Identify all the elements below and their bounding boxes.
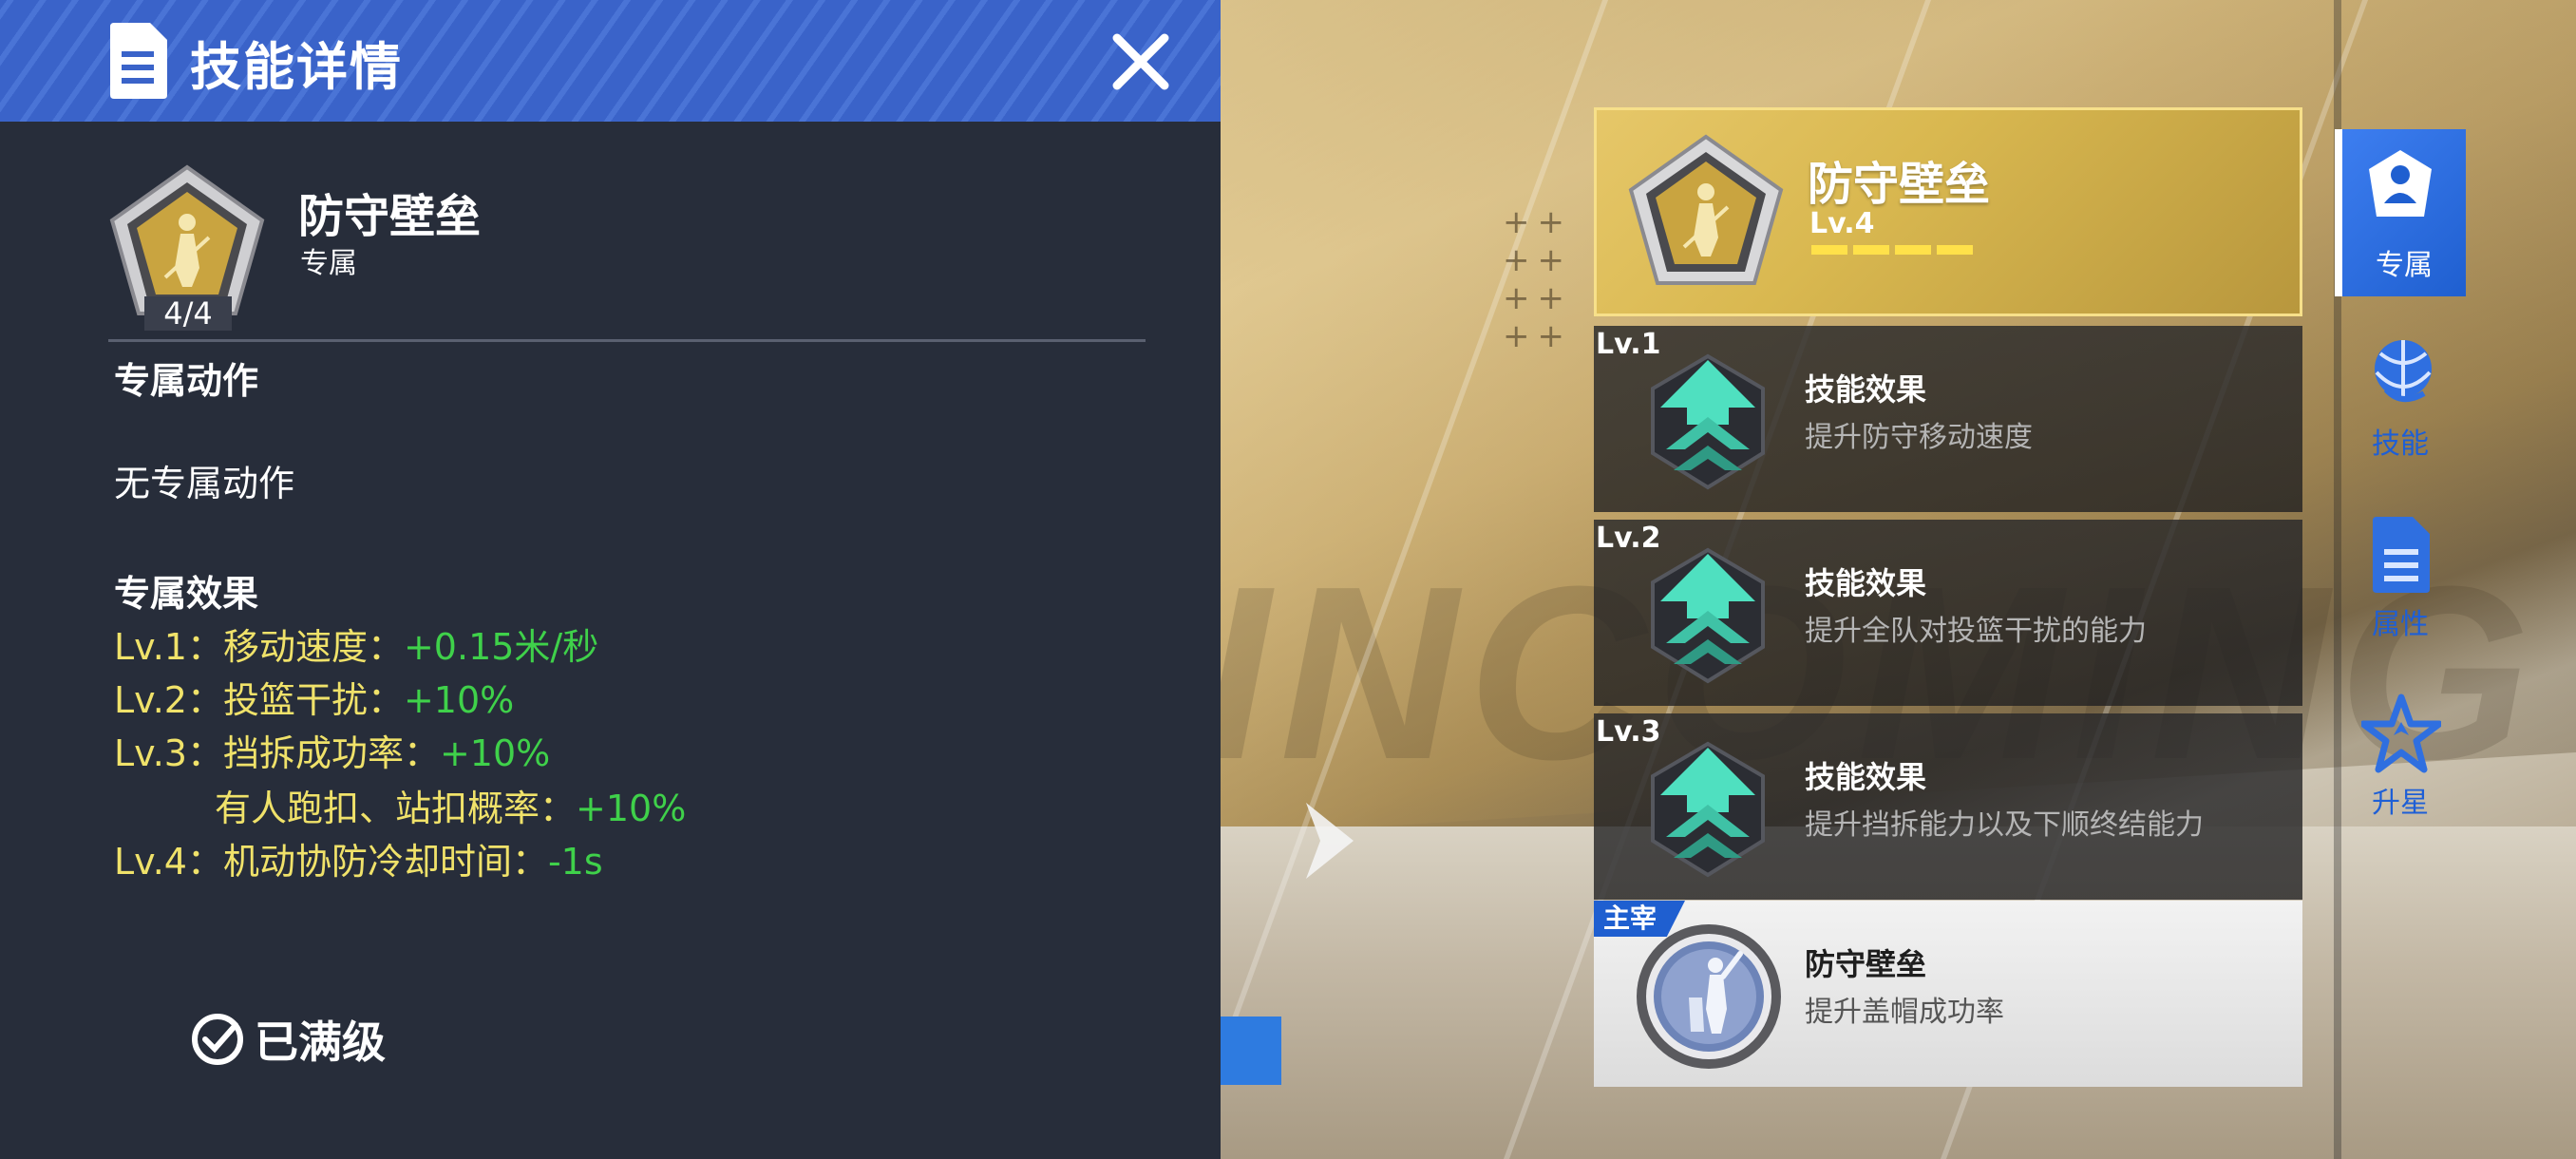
upgrade-arrow-icon <box>1651 741 1765 878</box>
tab-skill[interactable]: 技能 <box>2335 315 2466 475</box>
effect-value: +10% <box>439 732 551 774</box>
decor-blue-block <box>1221 1016 1281 1085</box>
tab-label: 属性 <box>2372 608 2429 641</box>
level-progress-bar <box>1811 245 1973 255</box>
maxed-status: 已满级 <box>190 1009 386 1070</box>
master-skill-card[interactable]: 主宰 防守壁垒 提升盖帽成功率 <box>1594 901 2302 1087</box>
upgrade-arrow-icon <box>1651 547 1765 684</box>
tab-label: 专属 <box>2376 249 2433 282</box>
effect-value: -1s <box>547 841 603 883</box>
effect-row-lv3: Lv.3：挡拆成功率：+10% <box>114 724 550 776</box>
level-effect-card-lv2[interactable]: Lv.2 技能效果 提升全队对投篮干扰的能力 <box>1594 520 2302 706</box>
level-effect-desc: 提升全队对投篮干扰的能力 <box>1805 615 2147 648</box>
level-progress-segment <box>1937 245 1973 255</box>
action-section-title: 专属动作 <box>114 360 259 402</box>
basketball-icon <box>2375 340 2432 402</box>
skill-level-badge: 4/4 <box>144 296 232 331</box>
skill-name: 防守壁垒 <box>298 190 482 243</box>
divider <box>108 339 1146 342</box>
skill-card-main[interactable]: 防守壁垒 Lv.4 <box>1594 107 2302 316</box>
skill-card-name: 防守壁垒 <box>1808 158 1991 211</box>
document-icon <box>2373 517 2430 593</box>
chevron-right-icon[interactable] <box>1301 798 1358 884</box>
master-skill-desc: 提升盖帽成功率 <box>1805 996 2004 1029</box>
panel-title: 技能详情 <box>190 37 403 97</box>
effect-label: Lv.3：挡拆成功率： <box>114 732 440 774</box>
level-effect-desc: 提升挡拆能力以及下顺终结能力 <box>1805 808 2204 842</box>
decor-plus-pattern: ++ ++ ++ ++ <box>1503 203 1572 355</box>
level-progress-segment <box>1895 245 1931 255</box>
skill-detail-panel: 技能详情 4/4 防守壁垒 专属 专属动作 无专属动作 专属效果 Lv.1：移动… <box>0 0 1221 1159</box>
tab-attributes[interactable]: 属性 <box>2335 496 2466 656</box>
exclusive-icon <box>2369 150 2432 217</box>
level-progress-segment <box>1853 245 1889 255</box>
level-effect-desc: 提升防守移动速度 <box>1805 421 2033 454</box>
level-effect-title: 技能效果 <box>1805 565 1927 601</box>
action-text: 无专属动作 <box>114 463 295 504</box>
tab-label: 升星 <box>2372 787 2429 820</box>
tab-label: 技能 <box>2372 428 2429 461</box>
effect-value: +10% <box>576 788 687 829</box>
skill-type: 专属 <box>300 247 357 280</box>
star-icon <box>2361 694 2441 773</box>
effect-value: +10% <box>403 679 515 721</box>
panel-header: 技能详情 <box>0 0 1221 122</box>
skill-card-level: Lv.4 <box>1809 207 1875 240</box>
document-icon <box>110 23 167 99</box>
master-skill-name: 防守壁垒 <box>1805 946 1927 982</box>
close-icon[interactable] <box>1108 28 1174 95</box>
level-progress-segment <box>1811 245 1847 255</box>
block-shot-icon <box>1637 924 1781 1069</box>
effect-row-lv4: Lv.4：机动协防冷却时间：-1s <box>114 832 603 884</box>
effect-row-lv2: Lv.2：投篮干扰：+10% <box>114 671 514 723</box>
effect-row-lv1: Lv.1：移动速度：+0.15米/秒 <box>114 618 598 670</box>
effect-value: +0.15米/秒 <box>403 626 599 668</box>
level-effect-card-lv1[interactable]: Lv.1 技能效果 提升防守移动速度 <box>1594 326 2302 512</box>
level-effect-title: 技能效果 <box>1805 371 1927 408</box>
effect-row-lv3-extra: 有人跑扣、站扣概率：+10% <box>215 779 686 831</box>
maxed-label: 已满级 <box>255 1016 386 1068</box>
tab-star-up[interactable]: 升星 <box>2335 674 2466 834</box>
effect-label: Lv.1：移动速度： <box>114 626 404 668</box>
effect-label: Lv.4：机动协防冷却时间： <box>114 841 548 883</box>
skill-emblem-icon <box>1628 134 1784 285</box>
level-effect-title: 技能效果 <box>1805 759 1927 795</box>
upgrade-arrow-icon <box>1651 353 1765 490</box>
effect-label: Lv.2：投篮干扰： <box>114 679 404 721</box>
effect-label: 有人跑扣、站扣概率： <box>215 788 577 829</box>
tab-exclusive[interactable]: 专属 <box>2335 129 2466 296</box>
level-effect-card-lv3[interactable]: Lv.3 技能效果 提升挡拆能力以及下顺终结能力 <box>1594 713 2302 900</box>
effect-section-title: 专属效果 <box>114 573 259 615</box>
check-circle-icon <box>192 1014 243 1065</box>
